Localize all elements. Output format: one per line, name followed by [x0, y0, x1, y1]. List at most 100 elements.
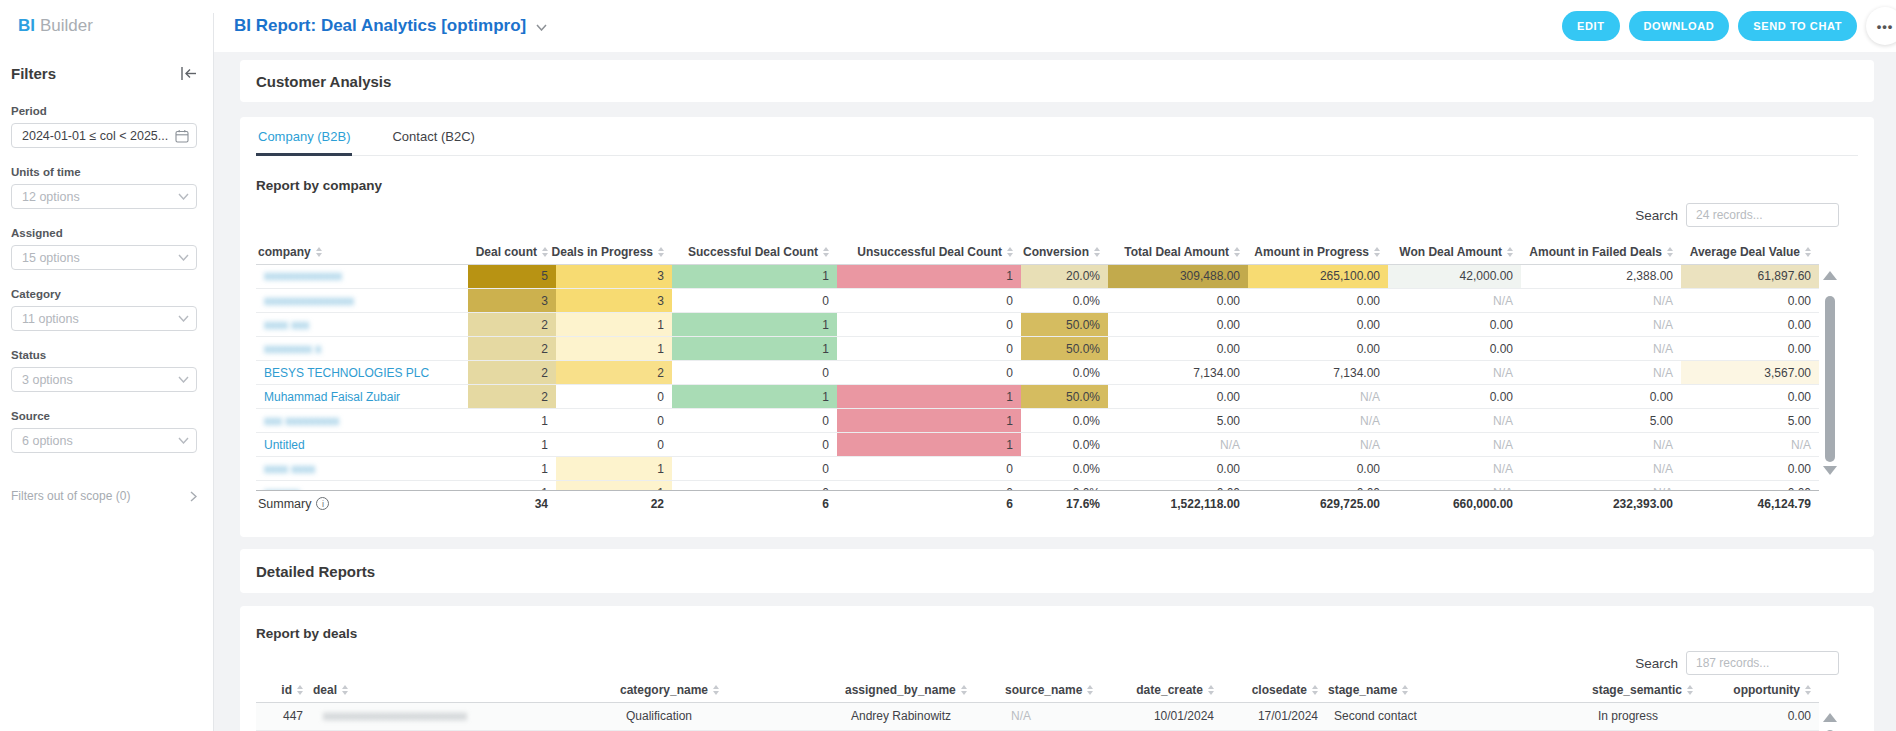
cell-value: 2 — [541, 390, 548, 404]
cell-value: 0 — [822, 294, 829, 308]
sort-icon[interactable] — [1208, 685, 1214, 695]
column-header[interactable]: Total Deal Amount — [1108, 240, 1248, 264]
cell-value: 0.00 — [1217, 462, 1240, 476]
column-header[interactable]: category_name — [618, 678, 843, 702]
column-header[interactable]: source_name — [1003, 678, 1110, 702]
cell-value: 0.00 — [1357, 342, 1380, 356]
customer-analysis-card: Customer Analysis — [240, 60, 1874, 102]
column-header[interactable]: assigned_by_name — [843, 678, 1003, 702]
summary-value: 6 — [672, 490, 837, 517]
sort-icon[interactable] — [713, 685, 719, 695]
scroll-up-icon[interactable] — [1823, 713, 1837, 722]
sort-icon[interactable] — [1402, 685, 1408, 695]
sort-icon[interactable] — [342, 685, 348, 695]
cell-value: 1 — [657, 342, 664, 356]
column-header[interactable]: stage_semantic — [1590, 678, 1720, 702]
scroll-thumb[interactable] — [1825, 296, 1835, 462]
sort-icon[interactable] — [1087, 685, 1093, 695]
collapse-sidebar-icon[interactable] — [180, 66, 197, 81]
sort-icon[interactable] — [1687, 685, 1693, 695]
cell-value: 0.0% — [1073, 438, 1100, 452]
more-options-button[interactable]: ••• — [1866, 7, 1896, 45]
column-header[interactable]: deal — [311, 678, 618, 702]
cell-value: 0.00 — [1788, 709, 1811, 723]
column-header[interactable]: company — [256, 240, 468, 264]
column-header[interactable]: id — [256, 678, 311, 702]
title-chevron-down-icon[interactable] — [536, 24, 547, 31]
sort-icon[interactable] — [1007, 247, 1013, 257]
sort-icon[interactable] — [1234, 247, 1240, 257]
cell-value: 0 — [1006, 318, 1013, 332]
assigned-select[interactable]: 15 options — [11, 245, 197, 270]
company-search-input[interactable] — [1686, 203, 1839, 227]
sort-icon[interactable] — [961, 685, 967, 695]
column-header[interactable]: opportunity — [1720, 678, 1819, 702]
edit-button[interactable]: EDIT — [1562, 11, 1619, 41]
sort-icon[interactable] — [658, 247, 664, 257]
cell-value: 1 — [657, 318, 664, 332]
filter-label: Assigned — [11, 227, 197, 241]
send-to-chat-button[interactable]: SEND TO CHAT — [1738, 11, 1857, 41]
units-of-time-select[interactable]: 12 options — [11, 184, 197, 209]
column-header[interactable]: Unsuccessful Deal Count — [837, 240, 1021, 264]
column-header[interactable]: date_create — [1110, 678, 1222, 702]
sort-icon[interactable] — [1667, 247, 1673, 257]
link[interactable]: Untitled — [264, 438, 305, 452]
cell-value: 5.00 — [1217, 414, 1240, 428]
cell-value: 0.00 — [1788, 486, 1811, 490]
topbar: BI Builder BI Report: Deal Analytics [op… — [0, 0, 1896, 52]
filters-out-of-scope-link[interactable]: Filters out of scope (0) — [11, 489, 197, 503]
tab-contact-b2c[interactable]: Contact (B2C) — [390, 117, 476, 156]
column-header[interactable]: Deal count — [468, 240, 556, 264]
category-select[interactable]: 11 options — [11, 306, 197, 331]
filters-title: Filters — [11, 65, 56, 82]
na-value: N/A — [1360, 438, 1380, 452]
sort-icon[interactable] — [1374, 247, 1380, 257]
cell-value: 0.00 — [1490, 342, 1513, 356]
period-input[interactable]: 2024-01-01 ≤ col < 2025... — [11, 123, 197, 148]
cell-value: 5 — [541, 269, 548, 283]
column-header[interactable]: Amount in Progress — [1248, 240, 1388, 264]
column-header[interactable]: Successful Deal Count — [672, 240, 837, 264]
cell-value: 0.00 — [1788, 318, 1811, 332]
redacted-text: xxxxxx — [264, 486, 300, 490]
status-select[interactable]: 3 options — [11, 367, 197, 392]
column-header[interactable]: Conversion — [1021, 240, 1108, 264]
column-header[interactable]: Average Deal Value — [1681, 240, 1819, 264]
filter-units-of-time: Units of time 12 options — [11, 166, 197, 209]
column-header[interactable]: stage_name — [1326, 678, 1590, 702]
sort-icon[interactable] — [1094, 247, 1100, 257]
cell-value: 0.0% — [1073, 366, 1100, 380]
download-button[interactable]: DOWNLOAD — [1629, 11, 1730, 41]
summary-value: 46,124.79 — [1681, 490, 1819, 517]
na-value: N/A — [1493, 294, 1513, 308]
column-header[interactable]: Deals in Progress — [556, 240, 672, 264]
na-value: N/A — [1493, 366, 1513, 380]
sort-icon[interactable] — [1507, 247, 1513, 257]
sort-icon[interactable] — [1805, 247, 1811, 257]
na-value: N/A — [1653, 486, 1673, 490]
sort-icon[interactable] — [823, 247, 829, 257]
sort-icon[interactable] — [542, 247, 548, 257]
tab-company-b2b[interactable]: Company (B2B) — [256, 117, 352, 156]
source-select[interactable]: 6 options — [11, 428, 197, 453]
sort-icon[interactable] — [1805, 685, 1811, 695]
deal-row: 447xxxxxxxxxxxxxxxxxxxxxxxxQualification… — [256, 703, 1819, 731]
cell-value: 3 — [541, 294, 548, 308]
sort-icon[interactable] — [297, 685, 303, 695]
sort-icon[interactable] — [316, 247, 322, 257]
deals-search-input[interactable] — [1686, 651, 1839, 675]
redacted-text: xxxx xxx — [264, 318, 309, 332]
filter-label: Status — [11, 349, 197, 363]
link[interactable]: BESYS TECHNOLOGIES PLC — [264, 366, 429, 380]
cell-value: 7,134.00 — [1193, 366, 1240, 380]
sort-icon[interactable] — [1312, 685, 1318, 695]
column-header[interactable]: closedate — [1222, 678, 1326, 702]
column-header[interactable]: Amount in Failed Deals — [1521, 240, 1681, 264]
scroll-down-icon[interactable] — [1823, 466, 1837, 475]
info-icon[interactable]: i — [316, 497, 329, 510]
link[interactable]: Muhammad Faisal Zubair — [264, 390, 400, 404]
cell-value: 0.00 — [1217, 294, 1240, 308]
scroll-up-icon[interactable] — [1823, 271, 1837, 280]
column-header[interactable]: Won Deal Amount — [1388, 240, 1521, 264]
